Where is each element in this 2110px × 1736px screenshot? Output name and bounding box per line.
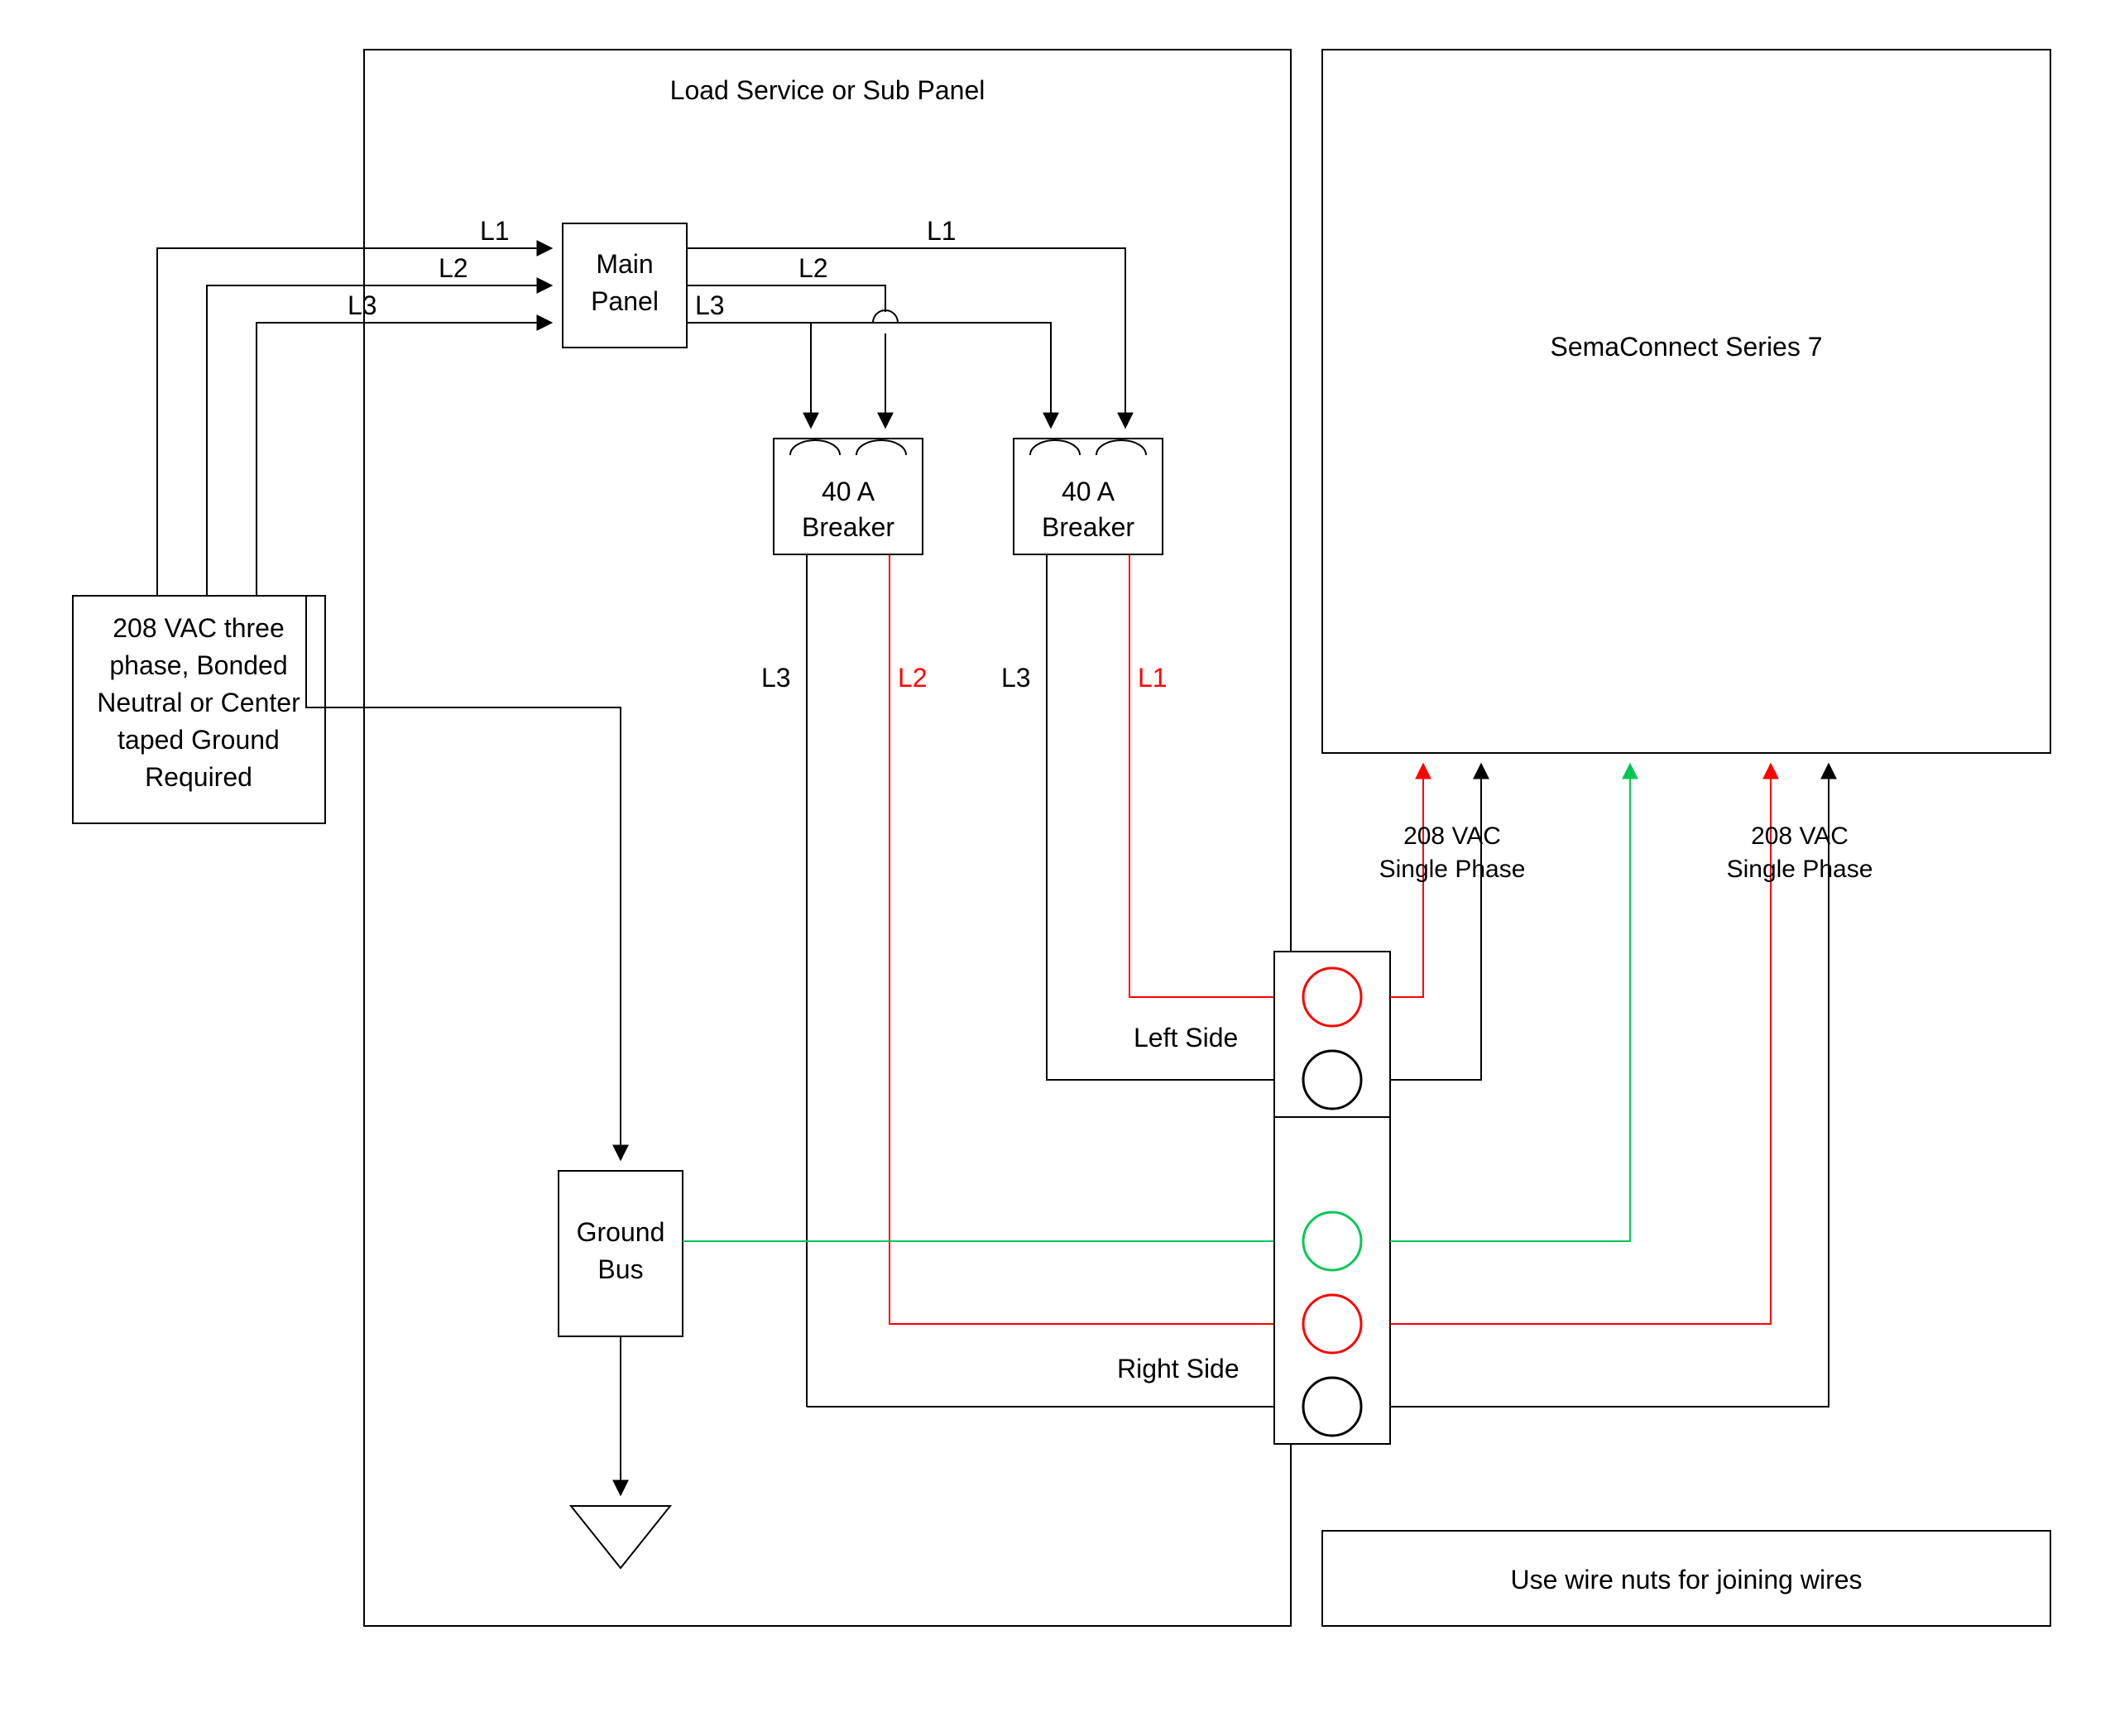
label-l2-out: L2 <box>798 253 828 283</box>
main-panel-l2: Panel <box>591 286 659 316</box>
svg-text:Breaker: Breaker <box>1042 512 1134 542</box>
panel-title: Load Service or Sub Panel <box>670 75 985 105</box>
device-box <box>1322 50 2050 753</box>
label-l1-out: L1 <box>927 216 957 246</box>
phase1-l2: Single Phase <box>1379 856 1526 883</box>
breaker-1: 40 A Breaker <box>774 439 923 554</box>
svg-text:L1: L1 <box>480 216 510 246</box>
footer-text: Use wire nuts for joining wires <box>1510 1565 1862 1595</box>
terminal-1-red <box>1303 968 1361 1026</box>
ground-bus-l2: Bus <box>597 1254 643 1284</box>
label-l3-out: L3 <box>695 290 725 320</box>
phase1-l1: 208 VAC <box>1403 822 1501 850</box>
source-line1: 208 VAC three <box>113 613 285 643</box>
breaker-2: 40 A Breaker <box>1014 439 1163 554</box>
label-breaker1-l3: L3 <box>761 663 791 693</box>
phase2-l1: 208 VAC <box>1751 822 1849 850</box>
terminal-4-red <box>1303 1295 1361 1353</box>
ground-bus-l1: Ground <box>577 1217 665 1247</box>
label-breaker1-l2: L2 <box>898 663 928 693</box>
source-line2: phase, Bonded <box>109 650 287 680</box>
device-wire-2-black <box>1390 765 1481 1080</box>
ground-bus-box <box>559 1171 683 1336</box>
device-label: SemaConnect Series 7 <box>1550 332 1822 362</box>
source-line5: Required <box>145 762 252 792</box>
right-side-label: Right Side <box>1117 1354 1240 1384</box>
label-breaker2-l1: L1 <box>1138 663 1168 693</box>
main-panel-l1: Main <box>596 249 653 279</box>
label-breaker2-l3: L3 <box>1001 663 1031 693</box>
svg-text:40 A: 40 A <box>1062 477 1115 506</box>
terminal-2-black <box>1303 1051 1361 1109</box>
terminal-5-black <box>1303 1378 1361 1436</box>
source-line3: Neutral or Center <box>97 688 300 717</box>
main-panel-box <box>563 223 687 348</box>
phase2-l2: Single Phase <box>1727 856 1873 883</box>
svg-text:L2: L2 <box>439 253 468 283</box>
source-line4: taped Ground <box>117 725 280 755</box>
wiring-diagram: Load Service or Sub Panel SemaConnect Se… <box>0 0 2110 1736</box>
svg-text:Breaker: Breaker <box>802 512 894 542</box>
svg-text:L3: L3 <box>348 290 377 320</box>
left-side-label: Left Side <box>1134 1023 1238 1053</box>
terminal-3-green <box>1303 1212 1361 1270</box>
svg-text:40 A: 40 A <box>822 477 875 506</box>
